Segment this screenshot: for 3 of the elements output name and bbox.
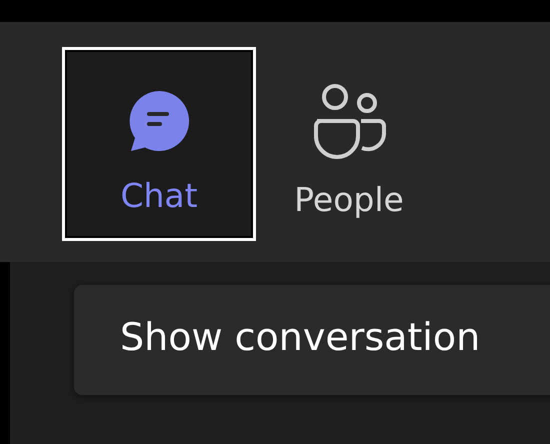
people-tab[interactable]: People [274,47,424,241]
tooltip: Show conversation [74,285,550,395]
chat-tab[interactable]: Chat [62,47,256,241]
